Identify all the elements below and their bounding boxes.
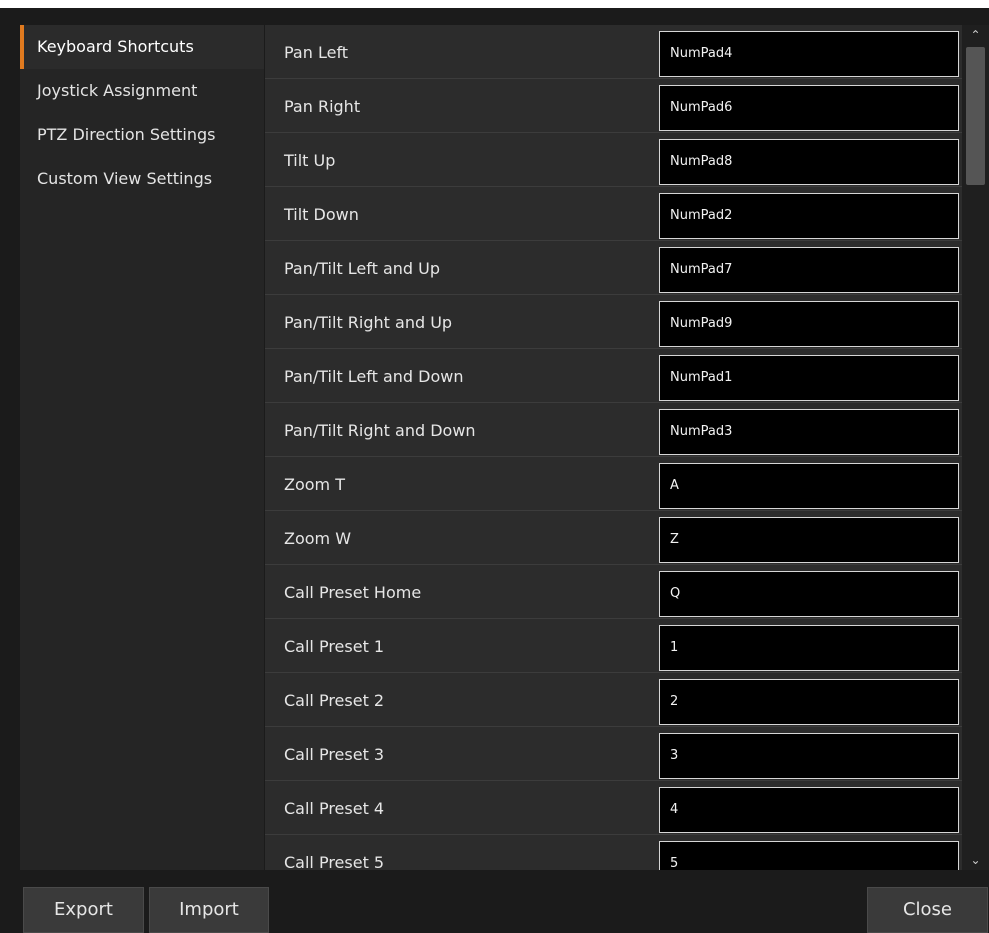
title-strip: [0, 0, 989, 8]
shortcut-label: Pan/Tilt Right and Down: [284, 421, 476, 440]
shortcut-key-field[interactable]: NumPad9: [659, 301, 959, 347]
shortcut-key-field[interactable]: NumPad7: [659, 247, 959, 293]
shortcut-key-field[interactable]: 1: [659, 625, 959, 671]
sidebar-item-ptz-direction-settings[interactable]: PTZ Direction Settings: [20, 113, 264, 157]
chevron-down-icon[interactable]: ⌄: [962, 850, 989, 870]
shortcut-label: Zoom W: [284, 529, 352, 548]
shortcut-row: Call Preset 2 2: [265, 673, 962, 727]
shortcut-label: Call Preset Home: [284, 583, 422, 602]
shortcut-row: Pan Right NumPad6: [265, 79, 962, 133]
shortcut-row: Call Preset 5 5: [265, 835, 962, 870]
shortcut-label: Pan/Tilt Left and Down: [284, 367, 464, 386]
shortcut-row: Call Preset 1 1: [265, 619, 962, 673]
shortcut-list: Pan Left NumPad4 Pan Right NumPad6 Tilt …: [265, 25, 962, 870]
chevron-up-icon[interactable]: ⌃: [962, 25, 989, 45]
shortcut-row: Zoom W Z: [265, 511, 962, 565]
sidebar-item-custom-view-settings[interactable]: Custom View Settings: [20, 157, 264, 201]
shortcut-row: Pan/Tilt Right and Up NumPad9: [265, 295, 962, 349]
shortcut-label: Call Preset 2: [284, 691, 385, 710]
shortcut-row: Call Preset 4 4: [265, 781, 962, 835]
shortcut-label: Pan Left: [284, 43, 349, 62]
shortcut-key-field[interactable]: Z: [659, 517, 959, 563]
shortcut-row: Call Preset Home Q: [265, 565, 962, 619]
shortcut-key-field[interactable]: A: [659, 463, 959, 509]
settings-sidebar: Keyboard Shortcuts Joystick Assignment P…: [20, 25, 264, 870]
shortcut-label: Call Preset 4: [284, 799, 385, 818]
shortcut-key-field[interactable]: 3: [659, 733, 959, 779]
shortcut-key-field[interactable]: 5: [659, 841, 959, 870]
shortcut-key-field[interactable]: 2: [659, 679, 959, 725]
shortcut-label: Tilt Down: [284, 205, 359, 224]
shortcut-label: Call Preset 3: [284, 745, 385, 764]
shortcut-key-field[interactable]: NumPad6: [659, 85, 959, 131]
shortcut-label: Call Preset 1: [284, 637, 385, 656]
shortcut-key-field[interactable]: NumPad2: [659, 193, 959, 239]
shortcut-key-field[interactable]: Q: [659, 571, 959, 617]
scrollbar-thumb[interactable]: [966, 47, 985, 185]
shortcut-row: Pan Left NumPad4: [265, 25, 962, 79]
shortcut-key-field[interactable]: NumPad4: [659, 31, 959, 77]
shortcut-label: Call Preset 5: [284, 853, 385, 870]
shortcut-label: Tilt Up: [284, 151, 336, 170]
close-button[interactable]: Close: [867, 887, 988, 933]
shortcut-key-field[interactable]: NumPad1: [659, 355, 959, 401]
shortcut-label: Pan/Tilt Left and Up: [284, 259, 441, 278]
dialog-footer: Export Import Close: [0, 870, 989, 933]
shortcut-key-field[interactable]: NumPad8: [659, 139, 959, 185]
sidebar-item-joystick-assignment[interactable]: Joystick Assignment: [20, 69, 264, 113]
shortcut-label: Pan Right: [284, 97, 361, 116]
shortcut-row: Tilt Down NumPad2: [265, 187, 962, 241]
shortcut-key-field[interactable]: 4: [659, 787, 959, 833]
vertical-scrollbar[interactable]: ⌃ ⌄: [962, 25, 989, 870]
shortcut-label: Zoom T: [284, 475, 345, 494]
shortcut-row: Call Preset 3 3: [265, 727, 962, 781]
shortcut-key-field[interactable]: NumPad3: [659, 409, 959, 455]
shortcut-row: Zoom T A: [265, 457, 962, 511]
shortcut-row: Pan/Tilt Left and Up NumPad7: [265, 241, 962, 295]
import-button[interactable]: Import: [149, 887, 269, 933]
shortcut-row: Pan/Tilt Right and Down NumPad3: [265, 403, 962, 457]
shortcut-label: Pan/Tilt Right and Up: [284, 313, 453, 332]
shortcut-row: Pan/Tilt Left and Down NumPad1: [265, 349, 962, 403]
sidebar-item-keyboard-shortcuts[interactable]: Keyboard Shortcuts: [20, 25, 264, 69]
shortcut-row: Tilt Up NumPad8: [265, 133, 962, 187]
export-button[interactable]: Export: [23, 887, 144, 933]
